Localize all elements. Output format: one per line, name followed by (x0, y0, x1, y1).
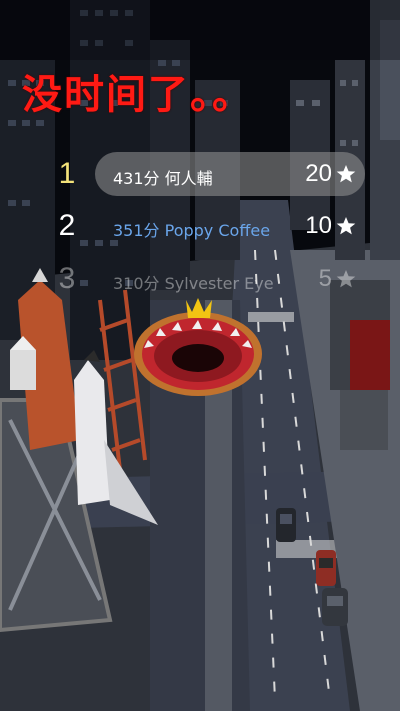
rank-number: 3 (58, 262, 76, 295)
star-icon (336, 217, 356, 235)
star-count: 20 (305, 160, 332, 187)
player-name-score: 431分 何人輔 (113, 169, 213, 188)
rank-number: 1 (58, 157, 76, 190)
leaderboard-row: 1 431分 何人輔 20 (0, 151, 400, 199)
player-hole (134, 312, 262, 396)
star-count: 10 (305, 212, 332, 239)
star-count: 5 (318, 265, 332, 292)
car-black (276, 508, 296, 542)
time-up-banner: 没时间了。。 (22, 72, 254, 118)
player-name-score: 351分 Poppy Coffee (113, 221, 271, 240)
leaderboard-row: 3 310分 Sylvester Eye 5 (0, 256, 400, 304)
player-name-score: 310分 Sylvester Eye (113, 274, 274, 293)
star-icon (336, 270, 356, 288)
leaderboard-row: 2 351分 Poppy Coffee 10 (0, 203, 400, 251)
star-icon (336, 165, 356, 183)
car-red (316, 550, 336, 586)
rank-number: 2 (58, 209, 76, 242)
car-gray (322, 588, 348, 626)
